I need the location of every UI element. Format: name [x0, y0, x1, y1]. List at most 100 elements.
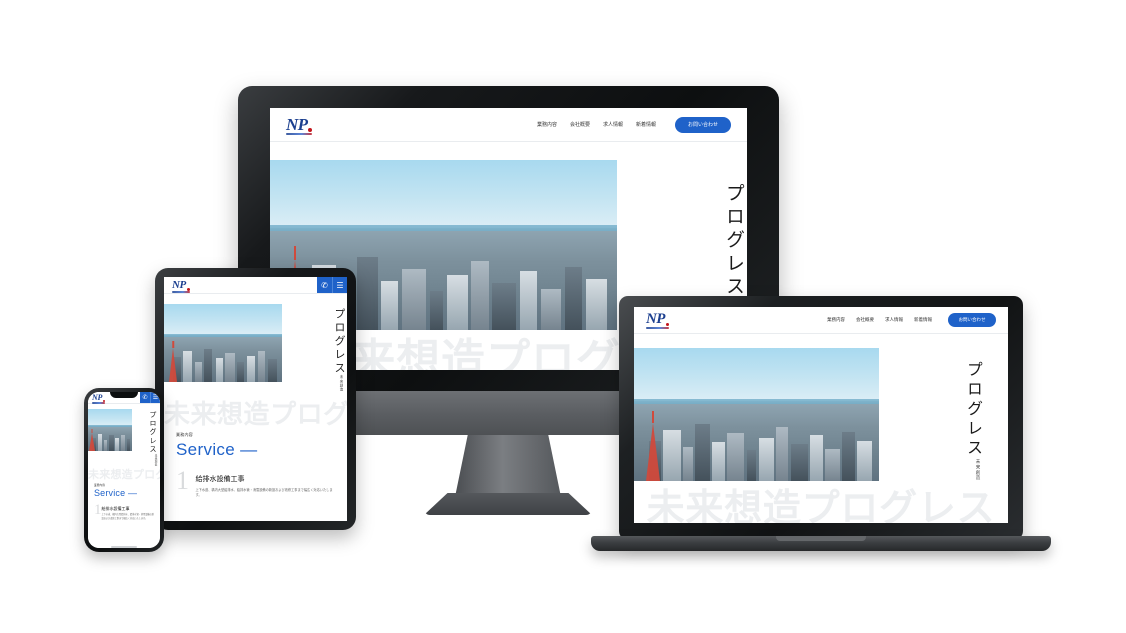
hero-section-tablet: プログレス 未来創造: [164, 294, 347, 392]
service-item-description-tablet: 上下水道、構内大型給排水、給排水管・消雪設備の新設および改修工事まで幅広く対応い…: [195, 487, 333, 498]
nav-item-services-laptop[interactable]: 業務内容: [827, 317, 845, 323]
hero-title-main-tablet: プログレス: [333, 308, 345, 376]
hero-sky: [270, 160, 617, 228]
phone-icon[interactable]: ✆: [140, 392, 150, 403]
hero-title-main-laptop: プログレス: [964, 360, 981, 459]
hero-sky-tablet: [164, 304, 282, 336]
service-item-number-phone: 1: [94, 502, 102, 519]
phone-notch: [110, 392, 138, 398]
hero-vertical-title-laptop: プログレス 未来創造: [879, 348, 984, 481]
hero-photo-laptop: [634, 348, 879, 481]
hero-title-main: プログレス: [723, 183, 744, 299]
hero-vertical-title-tablet: プログレス 未来創造: [282, 304, 347, 392]
service-kicker-phone: 業務内容: [94, 484, 105, 488]
hero-watermark-tablet: 未来想造プログレス: [164, 399, 347, 426]
hamburger-icon[interactable]: ☰: [332, 277, 347, 293]
brand-logo-text-laptop: NP: [646, 311, 665, 327]
hero-photo-phone: [88, 409, 132, 451]
hero-title-sub-tablet: 未来創造: [340, 375, 344, 392]
hero-sky-phone: [88, 409, 132, 426]
nav-item-services[interactable]: 業務内容: [537, 121, 557, 128]
primary-nav-laptop: 業務内容 会社概要 求人情報 新着情報 お問い合わせ: [827, 313, 996, 327]
hero-section-phone: プログレス 未来創造: [88, 404, 160, 467]
nav-item-recruit[interactable]: 求人情報: [603, 121, 623, 128]
hero-watermark-phone: 未来想造プログレス: [88, 469, 160, 481]
service-title-dash-phone: —: [127, 488, 138, 499]
tokyo-tower-icon-laptop: [646, 404, 661, 481]
contact-button-laptop[interactable]: お問い合わせ: [948, 313, 996, 327]
tokyo-tower-icon-phone: [89, 427, 96, 451]
service-title-phone: Service —: [94, 488, 154, 498]
service-title-text-phone: Service: [94, 488, 126, 499]
contact-button[interactable]: お問い合わせ: [675, 116, 731, 133]
laptop-screen: NP 業務内容 会社概要 求人情報 新着情報 お問い合わせ プログレス 未来創造…: [634, 307, 1008, 523]
website-tablet: NP ✆ ☰ プログレス 未来創造 未来想造プログ 業務内容 Service —…: [164, 277, 347, 521]
primary-nav: 業務内容 会社概要 求人情報 新着情報 お問い合わせ: [537, 116, 731, 133]
brand-logo-swoosh-laptop: [646, 327, 670, 329]
nav-item-news[interactable]: 新着情報: [636, 121, 656, 128]
hero-watermark-area-laptop: 未来想造プログレス: [634, 481, 1008, 523]
site-header: NP 業務内容 会社概要 求人情報 新着情報 お問い合わせ: [270, 108, 747, 142]
nav-item-company[interactable]: 会社概要: [570, 121, 590, 128]
hamburger-icon[interactable]: ☰: [150, 392, 160, 403]
hero-sky-laptop: [634, 348, 879, 402]
device-mockup-scene: NP 業務内容 会社概要 求人情報 新着情報 お問い合わせ プログレス 未来想造…: [0, 0, 1126, 633]
hero-watermark-area-phone: 未来想造プログレス: [88, 466, 160, 481]
tablet-screen: NP ✆ ☰ プログレス 未来創造 未来想造プログ 業務内容 Service —…: [164, 277, 347, 521]
brand-logo-text-phone: NP: [92, 392, 103, 402]
brand-logo-dot-laptop: [665, 322, 670, 326]
brand-logo-swoosh-tablet: [172, 290, 190, 293]
service-title-tablet: Service —: [176, 440, 335, 460]
hero-title-sub-phone: 未来創造: [154, 453, 157, 467]
service-title-dash-tablet: —: [240, 439, 258, 459]
service-item-heading-phone: 給排水設備工事: [101, 506, 130, 512]
service-item[interactable]: 1 給排水設備工事 上下水道、構内大型給排水、給排水管・消雪設備の新設および改修…: [176, 465, 336, 499]
service-item-description-phone: 上下水道、構内大型給排水、給排水管・消雪設備の新設および改修工事まで幅広く対応い…: [101, 514, 155, 521]
hero-title-sub-laptop: 未来創造: [976, 458, 981, 481]
hero-vertical-title-phone: プログレス 未来創造: [132, 409, 158, 466]
service-item-body-phone: 給排水設備工事 上下水道、構内大型給排水、給排水管・消雪設備の新設および改修工事…: [102, 504, 155, 522]
brand-logo-text-tablet: NP: [172, 278, 186, 291]
monitor-stand-foot: [424, 493, 592, 515]
service-section-phone: 業務内容 Service — 1 給排水設備工事 上下水道、構内大型給排水、給排…: [88, 480, 160, 523]
monitor-stand-neck: [455, 435, 561, 497]
hero-watermark-area-tablet: 未来想造プログレス: [164, 391, 347, 426]
service-item-number-tablet: 1: [176, 465, 189, 495]
phone-screen: NP ✆ ☰ プログレス 未来創造 未来想造プロ 業務内容 Service — …: [88, 392, 160, 548]
hero-cityscape-phone: [88, 426, 132, 451]
brand-logo-tablet[interactable]: NP: [172, 278, 190, 293]
brand-logo-swoosh: [286, 132, 313, 135]
laptop: NP 業務内容 会社概要 求人情報 新着情報 お問い合わせ プログレス 未来創造…: [619, 296, 1023, 540]
tablet: NP ✆ ☰ プログレス 未来創造 未来想造プログ 業務内容 Service —…: [155, 268, 356, 530]
hero-cityscape-tablet: [164, 336, 282, 382]
service-section-tablet: 業務内容 Service — 1 給排水設備工事 上下水道、構内大型給排水、給排…: [164, 425, 347, 499]
nav-item-company-laptop[interactable]: 会社概要: [856, 317, 874, 323]
site-header-laptop: NP 業務内容 会社概要 求人情報 新着情報 お問い合わせ: [634, 307, 1008, 334]
brand-logo-phone[interactable]: NP: [92, 392, 106, 404]
smartphone: NP ✆ ☰ プログレス 未来創造 未来想造プロ 業務内容 Service — …: [84, 388, 164, 552]
brand-logo[interactable]: NP: [286, 114, 313, 135]
site-header-tablet: NP ✆ ☰: [164, 277, 347, 294]
brand-logo-dot: [308, 127, 313, 132]
hero-watermark-laptop: 未来想造プログレス: [646, 488, 996, 523]
phone-icon[interactable]: ✆: [317, 277, 332, 293]
service-item[interactable]: 1 給排水設備工事 上下水道、構内大型給排水、給排水管・消雪設備の新設および改修…: [94, 502, 155, 522]
service-item-body-tablet: 給排水設備工事 上下水道、構内大型給排水、給排水管・消雪設備の新設および改修工事…: [196, 470, 336, 499]
service-item-heading-tablet: 給排水設備工事: [195, 475, 245, 483]
mobile-actions-tablet: ✆ ☰: [317, 277, 347, 293]
website-laptop: NP 業務内容 会社概要 求人情報 新着情報 お問い合わせ プログレス 未来創造…: [634, 307, 1008, 523]
hero-cityscape-laptop: [634, 403, 879, 481]
laptop-base-notch: [776, 536, 866, 541]
tokyo-tower-icon-tablet: [169, 337, 178, 382]
nav-item-news-laptop[interactable]: 新着情報: [914, 317, 932, 323]
nav-item-recruit-laptop[interactable]: 求人情報: [885, 317, 903, 323]
phone-home-indicator: [111, 546, 137, 548]
service-kicker-tablet: 業務内容: [176, 431, 193, 437]
brand-logo-text: NP: [286, 114, 308, 134]
brand-logo-laptop[interactable]: NP: [646, 311, 670, 329]
hero-photo-tablet: [164, 304, 282, 382]
hero-section-laptop: プログレス 未来創造: [634, 334, 1008, 481]
hero-title-main-phone: プログレス: [149, 411, 157, 454]
website-phone: NP ✆ ☰ プログレス 未来創造 未来想造プロ 業務内容 Service — …: [88, 392, 160, 548]
mobile-actions-phone: ✆ ☰: [140, 392, 160, 403]
